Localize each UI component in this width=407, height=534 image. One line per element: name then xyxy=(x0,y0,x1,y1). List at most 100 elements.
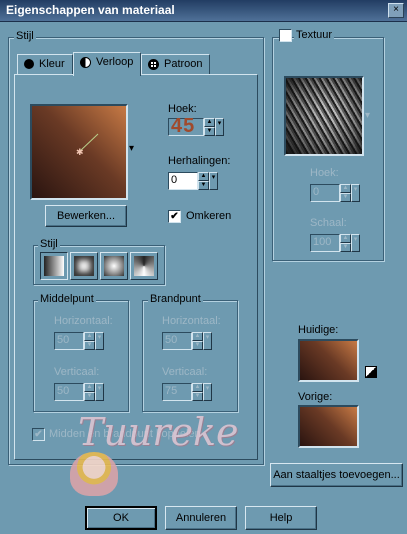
aan-staaltjes-toevoegen-button[interactable]: Aan staaltjes toevoegen... xyxy=(270,463,403,487)
middelpunt-horizontaal-input[interactable]: 50 xyxy=(54,332,84,350)
chevron-down-icon: ▾ xyxy=(205,334,210,341)
style-rectangular-button[interactable] xyxy=(70,252,98,280)
brandpunt-verticaal-input[interactable]: 75 xyxy=(162,383,192,401)
textuur-hoek-spin-down[interactable]: ▼ xyxy=(340,193,351,202)
rectangular-gradient-icon xyxy=(74,256,94,276)
watermark-doll-image xyxy=(70,452,118,496)
hoek-value: 45 xyxy=(171,115,196,137)
gradient-dropdown-arrow[interactable]: ▾ xyxy=(129,143,134,154)
brandpunt-v-dropdown[interactable]: ▾ xyxy=(203,383,212,401)
hoek-spin-up[interactable]: ▲ xyxy=(204,118,215,127)
middelpunt-verticaal-value: 50 xyxy=(57,385,70,397)
textuur-schaal-input[interactable]: 100 xyxy=(310,234,340,252)
textuur-hoek-dropdown[interactable]: ▾ xyxy=(351,184,360,202)
herhalingen-spin-up[interactable]: ▲ xyxy=(198,172,209,181)
chevron-down-icon: ▾ xyxy=(211,174,216,181)
style-linear-button[interactable] xyxy=(40,252,68,280)
herhalingen-value: 0 xyxy=(171,174,178,186)
swap-icon[interactable] xyxy=(365,366,377,378)
stijl-style-label: Stijl xyxy=(38,238,60,250)
textuur-schaal-dropdown[interactable]: ▾ xyxy=(351,234,360,252)
textuur-schaal-spin-down[interactable]: ▼ xyxy=(340,243,351,252)
middelpunt-h-dropdown[interactable]: ▾ xyxy=(95,332,104,350)
bewerken-button[interactable]: Bewerken... xyxy=(45,205,127,227)
brandpunt-horizontaal-label: Horizontaal: xyxy=(162,315,221,327)
chevron-down-icon: ▾ xyxy=(97,385,102,392)
texture-dropdown-arrow[interactable]: ▾ xyxy=(365,110,370,121)
annuleren-button[interactable]: Annuleren xyxy=(165,506,237,530)
help-label: Help xyxy=(269,512,293,524)
textuur-schaal-label: Schaal: xyxy=(310,217,347,229)
title-bar[interactable]: Eigenschappen van materiaal xyxy=(0,0,407,22)
chevron-down-icon: ▾ xyxy=(353,236,358,243)
textuur-schaal-spin-up[interactable]: ▲ xyxy=(340,234,351,243)
gradient-angle-handle[interactable]: ✱ xyxy=(32,106,126,198)
texture-preview[interactable] xyxy=(284,76,364,156)
middelpunt-v-spin-down[interactable]: ▼ xyxy=(84,392,95,401)
filled-circle-icon xyxy=(24,59,34,69)
check-icon: ✔ xyxy=(170,211,179,222)
omkeren-label: Omkeren xyxy=(186,210,232,222)
hoek-label: Hoek: xyxy=(168,103,197,115)
style-sunburst-button[interactable] xyxy=(100,252,128,280)
watermark-logo: Tuureke xyxy=(68,408,248,496)
huidige-swatch[interactable] xyxy=(298,339,359,382)
hoek-spin-down[interactable]: ▼ xyxy=(204,127,215,136)
textuur-hoek-value: 0 xyxy=(313,186,320,198)
tab-patroon[interactable]: Patroon xyxy=(141,54,210,74)
brandpunt-label: Brandpunt xyxy=(148,293,203,305)
middelpunt-v-dropdown[interactable]: ▾ xyxy=(95,383,104,401)
textuur-schaal-value: 100 xyxy=(313,236,332,248)
herhalingen-dropdown[interactable]: ▾ xyxy=(209,172,218,190)
brandpunt-verticaal-value: 75 xyxy=(165,385,178,397)
chevron-down-icon: ▾ xyxy=(217,120,222,127)
close-icon: × xyxy=(393,4,399,15)
bewerken-label: Bewerken... xyxy=(56,210,116,222)
middelpunt-label: Middelpunt xyxy=(38,293,96,305)
hoek-input[interactable]: 45 xyxy=(168,115,204,137)
vorige-swatch[interactable] xyxy=(298,405,359,448)
huidige-label: Huidige: xyxy=(298,324,339,336)
textuur-hoek-spin-up[interactable]: ▲ xyxy=(340,184,351,193)
annuleren-label: Annuleren xyxy=(175,512,227,524)
brandpunt-h-spin-down[interactable]: ▼ xyxy=(192,341,203,350)
tab-kleur[interactable]: Kleur xyxy=(17,54,73,74)
close-button[interactable]: × xyxy=(388,3,404,18)
brandpunt-h-dropdown[interactable]: ▾ xyxy=(203,332,212,350)
omkeren-checkbox[interactable]: ✔ xyxy=(168,210,181,223)
middelpunt-verticaal-input[interactable]: 50 xyxy=(54,383,84,401)
middelpunt-v-spin-up[interactable]: ▲ xyxy=(84,383,95,392)
herhalingen-spin-down[interactable]: ▼ xyxy=(198,181,209,190)
check-icon: ✔ xyxy=(34,429,43,440)
help-button[interactable]: Help xyxy=(245,506,317,530)
brandpunt-v-spin-up[interactable]: ▲ xyxy=(192,383,203,392)
textuur-checkbox[interactable] xyxy=(279,29,292,42)
herhalingen-label: Herhalingen: xyxy=(168,155,231,167)
brandpunt-verticaal-label: Verticaal: xyxy=(162,366,208,378)
watermark-text: Tuureke xyxy=(78,410,239,454)
pattern-grid-icon xyxy=(148,59,159,70)
stijl-group-label: Stijl xyxy=(14,30,36,42)
middelpunt-h-spin-up[interactable]: ▲ xyxy=(84,332,95,341)
hoek-dropdown[interactable]: ▾ xyxy=(215,118,224,136)
middelpunt-h-spin-down[interactable]: ▼ xyxy=(84,341,95,350)
radial-gradient-icon xyxy=(134,256,154,276)
gradient-preview[interactable]: ✱ xyxy=(30,104,128,200)
svg-text:✱: ✱ xyxy=(76,147,84,157)
textuur-label: Textuur xyxy=(294,29,335,41)
tab-verloop[interactable]: Verloop xyxy=(73,52,141,76)
textuur-hoek-label: Hoek: xyxy=(310,167,339,179)
aan-staaltjes-label: Aan staaltjes toevoegen... xyxy=(273,469,400,481)
brandpunt-horizontaal-input[interactable]: 50 xyxy=(162,332,192,350)
koppelen-checkbox[interactable]: ✔ xyxy=(32,428,45,441)
middelpunt-horizontaal-label: Horizontaal: xyxy=(54,315,113,327)
brandpunt-v-spin-down[interactable]: ▼ xyxy=(192,392,203,401)
brandpunt-horizontaal-value: 50 xyxy=(165,334,178,346)
style-radial-button[interactable] xyxy=(130,252,158,280)
herhalingen-input[interactable]: 0 xyxy=(168,172,198,190)
vorige-label: Vorige: xyxy=(298,391,333,403)
ok-button[interactable]: OK xyxy=(85,506,157,530)
brandpunt-h-spin-up[interactable]: ▲ xyxy=(192,332,203,341)
tab-patroon-label: Patroon xyxy=(164,58,203,70)
textuur-hoek-input[interactable]: 0 xyxy=(310,184,340,202)
